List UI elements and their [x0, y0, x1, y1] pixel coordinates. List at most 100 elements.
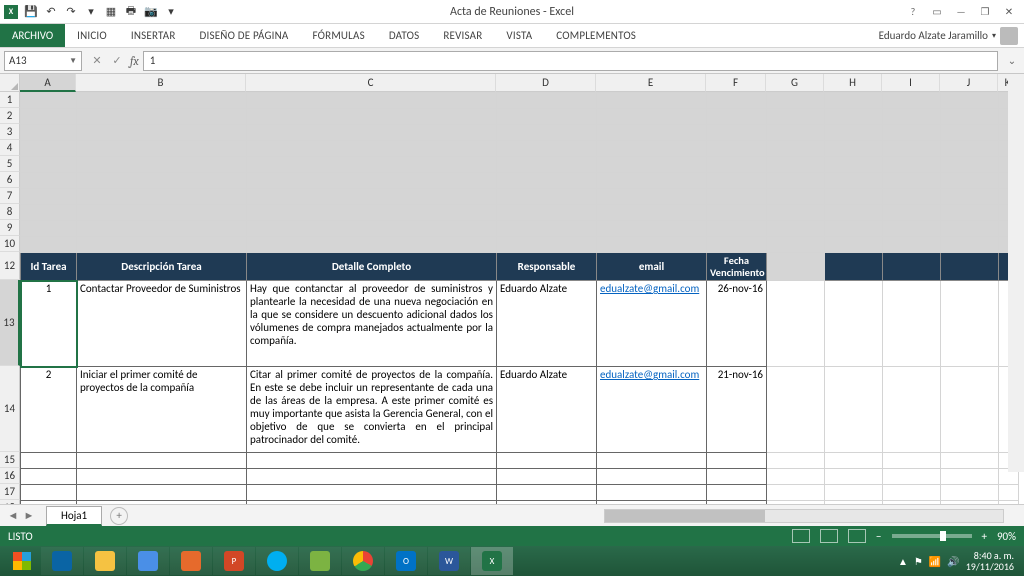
cell[interactable] — [247, 93, 497, 109]
tab-inicio[interactable]: INICIO — [65, 24, 119, 47]
col-header[interactable]: E — [596, 74, 706, 92]
row-header[interactable]: 2 — [0, 108, 20, 124]
cell-resp[interactable]: Eduardo Alzate — [497, 281, 597, 367]
cancel-formula-icon[interactable]: ✕ — [88, 52, 106, 70]
cell[interactable] — [883, 93, 941, 109]
sheet-nav-prev-icon[interactable]: ◄ — [6, 509, 20, 522]
tray-clock[interactable]: 8:40 a. m. 19/11/2016 — [966, 550, 1014, 572]
tab-revisar[interactable]: REVISAR — [431, 24, 494, 47]
maximize-icon[interactable]: ❐ — [974, 3, 996, 21]
cell[interactable] — [77, 93, 247, 109]
enter-formula-icon[interactable]: ✓ — [108, 52, 126, 70]
minimize-icon[interactable]: — — [950, 3, 972, 21]
col-header[interactable]: J — [940, 74, 998, 92]
cell-fecha[interactable]: 21-nov-16 — [707, 367, 767, 453]
help-icon[interactable]: ? — [902, 3, 924, 21]
taskbar-outlook[interactable]: O — [385, 547, 427, 575]
table-header[interactable]: Responsable — [497, 253, 597, 281]
row-header[interactable]: 10 — [0, 236, 20, 252]
view-page-break-icon[interactable] — [848, 529, 866, 543]
col-header[interactable]: D — [496, 74, 596, 92]
taskbar-powerpoint[interactable]: P — [213, 547, 255, 575]
row-header[interactable]: 15 — [0, 452, 20, 468]
cell-desc[interactable]: Iniciar el primer comité de proyectos de… — [77, 367, 247, 453]
row-header[interactable]: 1 — [0, 92, 20, 108]
taskbar-skype[interactable] — [256, 547, 298, 575]
cell-detail[interactable]: Citar al primer comité de proyectos de l… — [247, 367, 497, 453]
chevron-down-icon[interactable]: ▼ — [69, 56, 77, 66]
row-header[interactable]: 3 — [0, 124, 20, 140]
qat-icon[interactable]: ▾ — [84, 5, 98, 19]
email-link[interactable]: edualzate@gmail.com — [600, 282, 699, 295]
tray-flag-icon[interactable]: ⚑ — [914, 555, 923, 568]
cell[interactable] — [597, 93, 707, 109]
tab-diseno-pagina[interactable]: DISEÑO DE PÁGINA — [188, 24, 301, 47]
col-header[interactable]: C — [246, 74, 496, 92]
taskbar-word[interactable]: W — [428, 547, 470, 575]
table-header[interactable]: Detalle Completo — [247, 253, 497, 281]
row-header[interactable]: 13 — [0, 280, 20, 366]
account-user-name[interactable]: Eduardo Alzate Jaramillo — [879, 29, 988, 42]
horizontal-scrollbar[interactable] — [604, 509, 1004, 523]
tab-datos[interactable]: DATOS — [377, 24, 432, 47]
table-header[interactable]: email — [597, 253, 707, 281]
table-header[interactable]: Fecha Vencimiento — [707, 253, 767, 281]
row-header[interactable]: 8 — [0, 204, 20, 220]
table-header[interactable]: Id Tarea — [21, 253, 77, 281]
start-button[interactable] — [4, 547, 40, 575]
cell-email[interactable]: edualzate@gmail.com — [597, 281, 707, 367]
zoom-level[interactable]: 90% — [997, 530, 1016, 543]
col-header[interactable]: B — [76, 74, 246, 92]
name-box[interactable]: A13 ▼ — [4, 51, 82, 71]
tray-icon[interactable]: ▲ — [898, 555, 908, 568]
col-header[interactable]: A — [20, 74, 76, 92]
row-header[interactable]: 5 — [0, 156, 20, 172]
taskbar-chrome[interactable] — [342, 547, 384, 575]
row-header[interactable]: 9 — [0, 220, 20, 236]
cell-fecha[interactable]: 26-nov-16 — [707, 281, 767, 367]
col-header[interactable]: F — [706, 74, 766, 92]
cell[interactable] — [941, 93, 999, 109]
taskbar-app[interactable] — [170, 547, 212, 575]
qat-dropdown-icon[interactable]: ▾ — [164, 5, 178, 19]
expand-formula-bar-icon[interactable]: ⌄ — [1004, 54, 1020, 67]
tab-complementos[interactable]: COMPLEMENTOS — [544, 24, 648, 47]
taskbar-app[interactable] — [299, 547, 341, 575]
tab-formulas[interactable]: FÓRMULAS — [301, 24, 377, 47]
avatar[interactable] — [1000, 27, 1018, 45]
ribbon-display-icon[interactable]: ▭ — [926, 3, 948, 21]
col-header[interactable]: I — [882, 74, 940, 92]
vertical-scrollbar[interactable] — [1008, 74, 1024, 472]
row-header[interactable]: 4 — [0, 140, 20, 156]
row-header[interactable]: 16 — [0, 468, 20, 484]
cell[interactable] — [707, 93, 767, 109]
email-link[interactable]: edualzate@gmail.com — [600, 368, 699, 381]
view-normal-icon[interactable] — [792, 529, 810, 543]
zoom-out-icon[interactable]: − — [876, 530, 881, 543]
qat-icon[interactable]: 🖶 — [124, 5, 138, 19]
col-header[interactable]: H — [824, 74, 882, 92]
zoom-slider[interactable] — [892, 534, 972, 538]
qat-icon[interactable]: ▦ — [104, 5, 118, 19]
cell[interactable] — [767, 93, 825, 109]
taskbar-app[interactable] — [127, 547, 169, 575]
cell-id[interactable]: 1 — [21, 281, 77, 367]
cell-detail[interactable]: Hay que contanctar al proveedor de sumin… — [247, 281, 497, 367]
sheet-nav-next-icon[interactable]: ► — [22, 509, 36, 522]
row-header[interactable]: 12 — [0, 252, 20, 280]
new-sheet-icon[interactable]: + — [110, 507, 128, 525]
formula-bar[interactable]: 1 — [143, 51, 998, 71]
qat-icon[interactable]: 📷 — [144, 5, 158, 19]
tab-vista[interactable]: VISTA — [494, 24, 544, 47]
taskbar-app[interactable] — [41, 547, 83, 575]
row-header[interactable]: 17 — [0, 484, 20, 500]
cell-id[interactable]: 2 — [21, 367, 77, 453]
cell-resp[interactable]: Eduardo Alzate — [497, 367, 597, 453]
taskbar-excel[interactable]: X — [471, 547, 513, 575]
fx-label[interactable]: fx — [130, 54, 139, 68]
zoom-in-icon[interactable]: + — [982, 530, 987, 543]
cell-email[interactable]: edualzate@gmail.com — [597, 367, 707, 453]
view-page-layout-icon[interactable] — [820, 529, 838, 543]
row-header[interactable]: 14 — [0, 366, 20, 452]
save-icon[interactable]: 💾 — [24, 5, 38, 19]
